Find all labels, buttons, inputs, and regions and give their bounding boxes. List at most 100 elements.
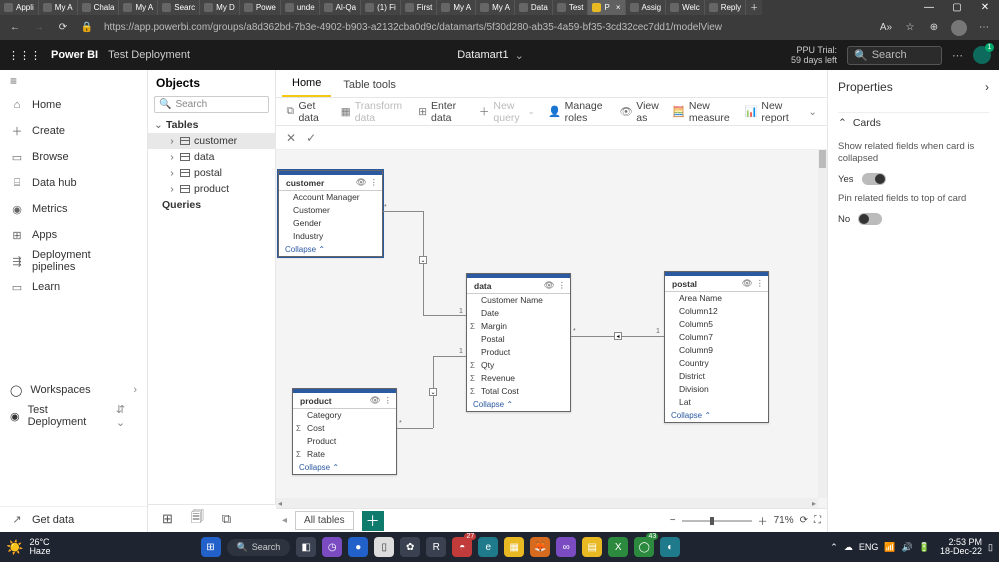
tab-home[interactable]: Home xyxy=(282,71,331,97)
browser-tab[interactable]: Reply xyxy=(705,0,746,15)
relationship-handle[interactable]: ◂ xyxy=(614,332,622,340)
ribbon-roles[interactable]: 👤Manage roles xyxy=(549,100,607,124)
field[interactable]: Date xyxy=(467,307,570,320)
taskbar-app[interactable]: ∞ xyxy=(556,537,576,557)
field[interactable]: Postal xyxy=(467,333,570,346)
collapse-icon[interactable]: › xyxy=(985,80,989,94)
more-icon[interactable]: ⋮ xyxy=(370,177,379,188)
more-icon[interactable]: ⋮ xyxy=(756,278,765,289)
refresh-icon[interactable]: ⟳ xyxy=(56,22,70,33)
taskview-icon[interactable]: ◧ xyxy=(296,537,316,557)
field[interactable]: Rate xyxy=(293,448,396,461)
field[interactable]: Product xyxy=(293,435,396,448)
grid-view-icon[interactable]: ⊞ xyxy=(162,511,173,527)
sidebar-getdata[interactable]: ↗Get data xyxy=(0,506,147,532)
taskbar-app[interactable]: X xyxy=(608,537,628,557)
user-avatar[interactable] xyxy=(973,46,991,64)
ribbon-report[interactable]: 📊New report xyxy=(745,100,794,124)
new-tab-button[interactable]: ＋ xyxy=(746,0,762,15)
eye-icon[interactable]: 👁 xyxy=(356,177,367,188)
app-launcher-icon[interactable]: ⋮⋮⋮ xyxy=(8,49,41,62)
sidebar-item-pipelines[interactable]: ⇶Deployment pipelines xyxy=(0,248,147,274)
ribbon-viewas[interactable]: 👁View as xyxy=(620,100,659,124)
sidebar-item-datahub[interactable]: ⌸Data hub xyxy=(0,170,147,196)
sidebar-item-home[interactable]: ⌂Home xyxy=(0,92,147,118)
taskbar-app[interactable]: ◓27 xyxy=(452,537,472,557)
field[interactable]: Margin xyxy=(467,320,570,333)
tables-group[interactable]: ⌄Tables xyxy=(148,117,275,133)
eye-icon[interactable]: 👁 xyxy=(370,395,381,406)
relationship-handle[interactable]: ⌄ xyxy=(429,388,437,396)
window-close-button[interactable]: ✕ xyxy=(971,0,999,15)
taskbar-app[interactable]: ● xyxy=(348,537,368,557)
window-minimize-button[interactable]: — xyxy=(915,0,943,15)
system-tray[interactable]: ⌃ ☁ ENG 📶 🔊 🔋 2:53 PM18-Dec-22 ▯ xyxy=(830,538,993,556)
browser-tab[interactable]: Appli xyxy=(0,0,39,15)
table-card-customer[interactable]: customer👁⋮ Account Manager Customer Gend… xyxy=(278,170,383,257)
taskbar-app[interactable]: 🦊 xyxy=(530,537,550,557)
sidebar-current-workspace[interactable]: ◉Test Deployment⇵ ⌄ xyxy=(0,403,147,429)
ribbon-overflow-icon[interactable]: ⌄ xyxy=(808,106,817,118)
field[interactable]: Lat xyxy=(665,396,768,409)
taskbar-app[interactable]: e xyxy=(478,537,498,557)
browser-tab[interactable]: unde xyxy=(281,0,320,15)
sidebar-item-metrics[interactable]: ◉Metrics xyxy=(0,196,147,222)
header-search-input[interactable]: 🔍 Search xyxy=(847,46,942,65)
field[interactable]: Customer xyxy=(279,204,382,217)
notifications-icon[interactable]: ▯ xyxy=(988,542,993,553)
more-icon[interactable]: ⋯ xyxy=(977,22,991,33)
zoom-in-button[interactable]: ＋ xyxy=(758,513,768,528)
prev-layout-icon[interactable]: ◂ xyxy=(282,515,287,526)
more-icon[interactable]: ⋮ xyxy=(384,395,393,406)
taskbar-app[interactable]: R xyxy=(426,537,446,557)
objects-search-input[interactable]: 🔍Search xyxy=(154,96,269,113)
clock[interactable]: 2:53 PM18-Dec-22 xyxy=(940,538,982,556)
collapse-link[interactable]: Collapse ⌃ xyxy=(279,243,382,256)
language-indicator[interactable]: ENG xyxy=(859,542,879,552)
datamart-name[interactable]: Datamart1 xyxy=(457,49,508,61)
browser-tab[interactable]: Al-Qa xyxy=(320,0,361,15)
field[interactable]: Customer Name xyxy=(467,294,570,307)
table-node-data[interactable]: ›data xyxy=(148,149,275,165)
wifi-icon[interactable]: 📶 xyxy=(884,542,895,553)
ribbon-getdata[interactable]: ⧉Get data xyxy=(286,100,327,124)
commit-icon[interactable]: ✓ xyxy=(306,131,316,145)
browser-tab[interactable]: (1) Fi xyxy=(361,0,401,15)
cancel-icon[interactable]: ✕ xyxy=(286,131,296,145)
read-aloud-icon[interactable]: A» xyxy=(879,22,893,33)
toggle-showrelated[interactable] xyxy=(862,173,886,185)
browser-tab[interactable]: Powe xyxy=(240,0,281,15)
field[interactable]: Gender xyxy=(279,217,382,230)
url-field[interactable]: https://app.powerbi.com/groups/a8d362bd-… xyxy=(104,22,869,33)
taskbar-app[interactable]: ▤ xyxy=(582,537,602,557)
taskbar-app[interactable]: ◯43 xyxy=(634,537,654,557)
field[interactable]: District xyxy=(665,370,768,383)
ribbon-measure[interactable]: 🧮New measure xyxy=(673,100,732,124)
fit-icon[interactable]: ⟳ xyxy=(800,515,808,526)
canvas-horizontal-scrollbar[interactable]: ◂▸ xyxy=(276,498,818,508)
browser-tab[interactable]: Searc xyxy=(158,0,200,15)
field[interactable]: Revenue xyxy=(467,372,570,385)
table-node-postal[interactable]: ›postal xyxy=(148,165,275,181)
taskbar-app[interactable]: ▯ xyxy=(374,537,394,557)
sidebar-workspaces[interactable]: ◯Workspaces› xyxy=(0,377,147,403)
sidebar-item-apps[interactable]: ⊞Apps xyxy=(0,222,147,248)
weather-icon[interactable]: ☀️ xyxy=(6,539,23,556)
taskbar-search[interactable]: 🔍Search xyxy=(227,539,291,556)
field[interactable]: Column5 xyxy=(665,318,768,331)
field[interactable]: Industry xyxy=(279,230,382,243)
eye-icon[interactable]: 👁 xyxy=(544,280,555,291)
taskbar-app[interactable]: ✿ xyxy=(400,537,420,557)
more-icon[interactable]: ⋮ xyxy=(558,280,567,291)
browser-tab[interactable]: First xyxy=(401,0,438,15)
zoom-out-button[interactable]: − xyxy=(670,515,676,526)
browser-tab[interactable]: Test xyxy=(553,0,589,15)
sidebar-item-browse[interactable]: ▭Browse xyxy=(0,144,147,170)
browser-tab[interactable]: My A xyxy=(39,0,78,15)
eye-icon[interactable]: 👁 xyxy=(742,278,753,289)
table-node-customer[interactable]: ›customer xyxy=(148,133,275,149)
field[interactable]: Column12 xyxy=(665,305,768,318)
weather-widget[interactable]: 26°CHaze xyxy=(29,538,50,556)
back-icon[interactable]: ← xyxy=(8,22,22,33)
add-layout-button[interactable]: ＋ xyxy=(362,511,384,531)
